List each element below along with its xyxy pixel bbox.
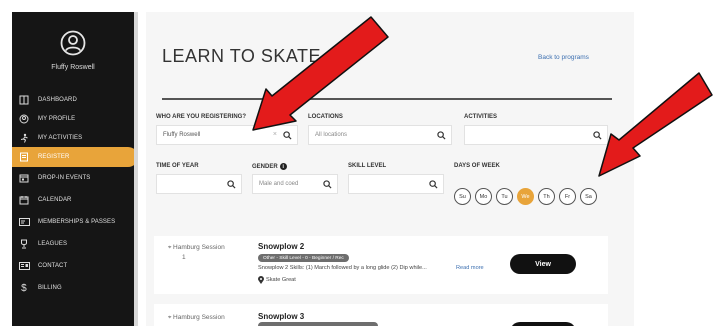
title-divider — [162, 98, 612, 100]
card-icon — [18, 216, 30, 228]
program-site: Skate Great — [266, 277, 296, 283]
sidebar-item-register[interactable]: REGISTER — [12, 147, 138, 167]
sidebar-item-label: CONTACT — [38, 263, 68, 269]
activities-select[interactable] — [464, 125, 608, 145]
left-margin — [0, 0, 12, 326]
who-label: WHO ARE YOU REGISTERING? — [156, 114, 247, 120]
locations-select[interactable]: All locations — [308, 125, 452, 145]
sidebar-item-leagues[interactable]: LEAGUES — [12, 234, 134, 254]
activities-icon — [18, 132, 30, 144]
sidebar-item-label: MY ACTIVITIES — [38, 135, 83, 141]
sidebar-item-contact[interactable]: CONTACT — [12, 256, 134, 276]
card-location-text: Hamburg Session — [173, 244, 225, 251]
sidebar-item-label: MEMBERSHIPS & PASSES — [38, 219, 116, 225]
search-icon — [593, 131, 602, 140]
sidebar-item-label: CALENDAR — [38, 197, 72, 203]
dashboard-icon — [18, 94, 30, 106]
time-of-year-select[interactable] — [156, 174, 242, 194]
day-toggle-mo[interactable]: Mo — [475, 188, 492, 205]
locations-placeholder: All locations — [315, 132, 348, 138]
profile-name: Fluffy Roswell — [51, 64, 95, 71]
skill-label: SKILL LEVEL — [348, 163, 387, 169]
clear-icon[interactable]: × — [273, 131, 277, 138]
gender-label: GENDER — [252, 163, 278, 170]
contact-icon — [18, 260, 30, 272]
sidebar-item-label: LEAGUES — [38, 241, 68, 247]
day-toggle-th[interactable]: Th — [538, 188, 555, 205]
main-content: LEARN TO SKATE Back to programs WHO ARE … — [138, 0, 715, 326]
sidebar-item-my-activities[interactable]: MY ACTIVITIES — [12, 128, 134, 148]
skill-tag — [258, 322, 378, 326]
who-select[interactable]: Fluffy Roswell × — [156, 125, 298, 145]
right-margin — [642, 0, 715, 326]
sidebar-item-label: MY PROFILE — [38, 116, 76, 122]
sidebar-item-dashboard[interactable]: DASHBOARD — [12, 90, 134, 110]
gender-label-wrap: GENDER i — [252, 163, 287, 170]
sidebar-item-label: BILLING — [38, 285, 62, 291]
back-to-programs-link[interactable]: Back to programs — [538, 54, 589, 61]
program-description: Snowplow 2 Skills: (1) March followed by… — [258, 265, 427, 271]
days-label: DAYS OF WEEK — [454, 163, 500, 169]
day-toggle-fr[interactable]: Fr — [559, 188, 576, 205]
profile-icon — [18, 113, 30, 125]
sidebar-item-drop-in-events[interactable]: DROP-IN EVENTS — [12, 168, 134, 188]
program-card: ⌖ Hamburg Session Snowplow 3 — [154, 304, 608, 326]
info-icon[interactable]: i — [279, 163, 287, 170]
program-card: ⌖ Hamburg Session 1 Snowplow 2 Other - S… — [154, 236, 608, 294]
view-button[interactable]: View — [510, 254, 576, 274]
activities-label: ACTIVITIES — [464, 114, 498, 120]
sidebar-item-label: DROP-IN EVENTS — [38, 175, 91, 181]
search-icon — [283, 131, 292, 140]
locations-label: LOCATIONS — [308, 114, 343, 120]
search-icon — [437, 131, 446, 140]
day-toggle-sa[interactable]: Sa — [580, 188, 597, 205]
day-toggle-we[interactable]: We — [517, 188, 534, 205]
card-location: ⌖ Hamburg Session — [168, 314, 225, 322]
view-button[interactable] — [510, 322, 576, 326]
days-of-week: Su Mo Tu We Th Fr Sa — [454, 188, 597, 205]
calendar-event-icon — [18, 172, 30, 184]
program-title: Snowplow 3 — [258, 312, 305, 321]
sidebar-item-calendar[interactable]: CALENDAR — [12, 190, 134, 210]
skill-tag: Other - Skill Level - 0 - Beginner / Rec — [258, 254, 349, 262]
card-location-text: Hamburg Session — [173, 314, 225, 321]
user-circle-icon — [60, 30, 86, 56]
day-toggle-tu[interactable]: Tu — [496, 188, 513, 205]
trophy-icon — [18, 238, 30, 250]
skill-level-select[interactable] — [348, 174, 444, 194]
who-select-value: Fluffy Roswell — [163, 132, 201, 138]
sidebar: Fluffy Roswell DASHBOARD MY PROFILE MY A… — [12, 12, 138, 326]
sidebar-item-label: REGISTER — [38, 154, 70, 160]
register-icon — [18, 151, 30, 163]
read-more-link[interactable]: Read more — [456, 265, 484, 271]
gender-placeholder: Male and coed — [259, 181, 299, 187]
sidebar-item-memberships-passes[interactable]: MEMBERSHIPS & PASSES — [12, 212, 134, 232]
search-icon — [227, 180, 236, 189]
card-location-line2: 1 — [182, 254, 186, 261]
gender-select[interactable]: Male and coed — [252, 174, 338, 194]
page-title: LEARN TO SKATE — [162, 46, 322, 66]
day-toggle-su[interactable]: Su — [454, 188, 471, 205]
sidebar-item-billing[interactable]: $ BILLING — [12, 278, 134, 298]
dollar-icon: $ — [21, 282, 27, 294]
sidebar-item-label: DASHBOARD — [38, 97, 77, 103]
profile-block[interactable]: Fluffy Roswell — [12, 12, 134, 87]
search-icon — [429, 180, 438, 189]
calendar-icon — [18, 194, 30, 206]
program-panel: LEARN TO SKATE Back to programs WHO ARE … — [146, 12, 634, 326]
search-icon — [323, 180, 332, 189]
program-title: Snowplow 2 — [258, 242, 305, 251]
card-location: ⌖ Hamburg Session — [168, 244, 225, 252]
sidebar-item-my-profile[interactable]: MY PROFILE — [12, 109, 134, 129]
time-label: TIME OF YEAR — [156, 163, 199, 169]
map-pin-icon — [258, 276, 264, 284]
